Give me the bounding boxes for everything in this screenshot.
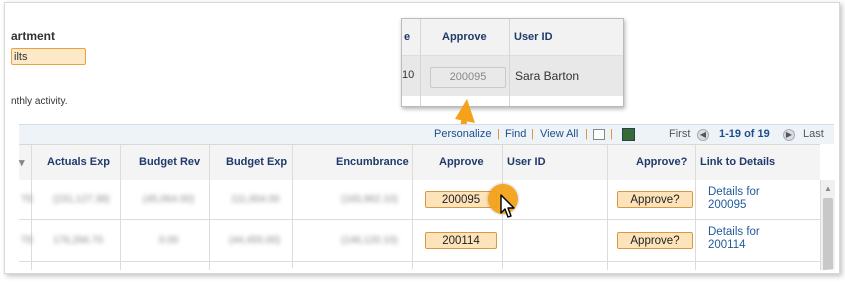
cell-budget-exp: (44,455.00) — [229, 235, 281, 246]
scrollbar-thumb[interactable] — [823, 198, 833, 273]
toolbar-separator: | — [585, 128, 588, 140]
page-range: 1-19 of 19 — [719, 128, 770, 140]
cell-budget-exp: 111,004.00 — [231, 194, 280, 205]
column-divider — [209, 180, 210, 270]
column-divider — [412, 180, 413, 270]
zoom-col-userid: User ID — [514, 31, 553, 43]
column-divider — [120, 145, 121, 180]
column-divider — [412, 145, 413, 180]
zoom-user-name: Sara Barton — [515, 69, 580, 83]
column-divider — [607, 145, 608, 180]
personalize-link[interactable]: Personalize — [434, 128, 491, 140]
details-link-line1[interactable]: Details for — [708, 186, 760, 199]
col-approve[interactable]: Approve — [439, 156, 484, 168]
collapsed-column-icon: ▾ — [19, 157, 25, 169]
column-divider — [502, 145, 503, 180]
column-divider — [120, 180, 121, 270]
grid-toolbar: Personalize | Find | View All | | First … — [19, 124, 834, 144]
details-link-line2[interactable]: 200114 — [708, 239, 760, 252]
zoom-col-truncated: e — [404, 31, 411, 43]
column-divider — [695, 145, 696, 180]
column-divider — [292, 180, 293, 270]
col-user-id[interactable]: User ID — [507, 156, 546, 168]
col-encumbrance[interactable]: Encumbrance — [336, 156, 409, 168]
toolbar-separator: | — [610, 128, 613, 140]
column-divider — [695, 180, 696, 270]
zoom-header: e Approve User ID — [402, 19, 623, 56]
approve-q-button[interactable]: Approve? — [617, 191, 693, 208]
details-link-line1[interactable]: Details for — [708, 226, 760, 239]
scroll-up-icon[interactable]: ▲ — [824, 184, 832, 193]
row-divider — [19, 219, 820, 220]
details-link-line2[interactable]: 200095 — [708, 199, 760, 212]
approve-q-button[interactable]: Approve? — [617, 232, 693, 249]
next-page-icon[interactable]: ▶ — [783, 129, 795, 141]
approve-button[interactable]: 200114 — [425, 232, 497, 249]
table-header: ▾ Actuals Exp Budget Rev Budget Exp Encu… — [19, 144, 820, 181]
cell-actuals-exp: (231,127.38) — [53, 194, 110, 205]
zoom-divider — [509, 19, 510, 106]
zoom-callout: e Approve User ID 10 200095 Sara Barton — [401, 18, 624, 107]
col-actuals-exp[interactable]: Actuals Exp — [47, 156, 110, 168]
hand-pointer-cursor-icon — [500, 194, 515, 218]
torn-edge — [5, 268, 839, 273]
find-link[interactable]: Find — [505, 128, 526, 140]
cell-encumbrance: (165,962.10) — [341, 194, 398, 205]
col-approve-q[interactable]: Approve? — [636, 156, 687, 168]
approve-button[interactable]: 200095 — [425, 191, 497, 208]
column-divider — [292, 145, 293, 180]
col-link-to-details[interactable]: Link to Details — [700, 156, 775, 168]
toolbar-separator: | — [497, 128, 500, 140]
col-budget-exp[interactable]: Budget Exp — [226, 156, 287, 168]
zoom-approve-button-disabled: 200095 — [430, 67, 506, 88]
previous-page-icon[interactable]: ◀ — [697, 129, 709, 141]
cell-encumbrance: (146,120.10) — [341, 235, 398, 246]
department-label: artment — [11, 29, 56, 43]
toolbar-separator: | — [531, 128, 534, 140]
last-label: Last — [803, 128, 824, 140]
column-divider — [607, 180, 608, 270]
zoom-row-truncated: 10 — [402, 69, 415, 81]
first-label: First — [669, 128, 691, 140]
monthly-activity-note: nthly activity. — [11, 96, 68, 107]
table-body: TE (231,127.38) (45,064.00) 111,004.00 (… — [19, 180, 820, 270]
cell-actuals-exp: 176,266.70 — [53, 235, 104, 246]
cell-budget-rev: (45,064.00) — [143, 194, 195, 205]
details-link[interactable]: Details for 200095 — [708, 186, 760, 212]
department-value-field[interactable]: ilts — [11, 48, 86, 65]
column-divider — [209, 145, 210, 180]
download-excel-icon[interactable] — [622, 128, 635, 141]
app-window: artment ilts nthly activity. e Approve U… — [4, 2, 840, 274]
col-budget-rev[interactable]: Budget Rev — [139, 156, 200, 168]
zoom-col-approve: Approve — [442, 31, 487, 43]
row-divider — [19, 261, 820, 262]
cell-budget-rev: 0.00 — [159, 235, 179, 246]
zoom-divider — [420, 19, 421, 106]
zoom-grid-icon[interactable] — [593, 129, 605, 140]
details-link[interactable]: Details for 200114 — [708, 226, 760, 252]
column-divider — [31, 145, 32, 180]
vertical-scrollbar[interactable]: ▲ — [820, 180, 835, 273]
view-all-link[interactable]: View All — [540, 128, 578, 140]
